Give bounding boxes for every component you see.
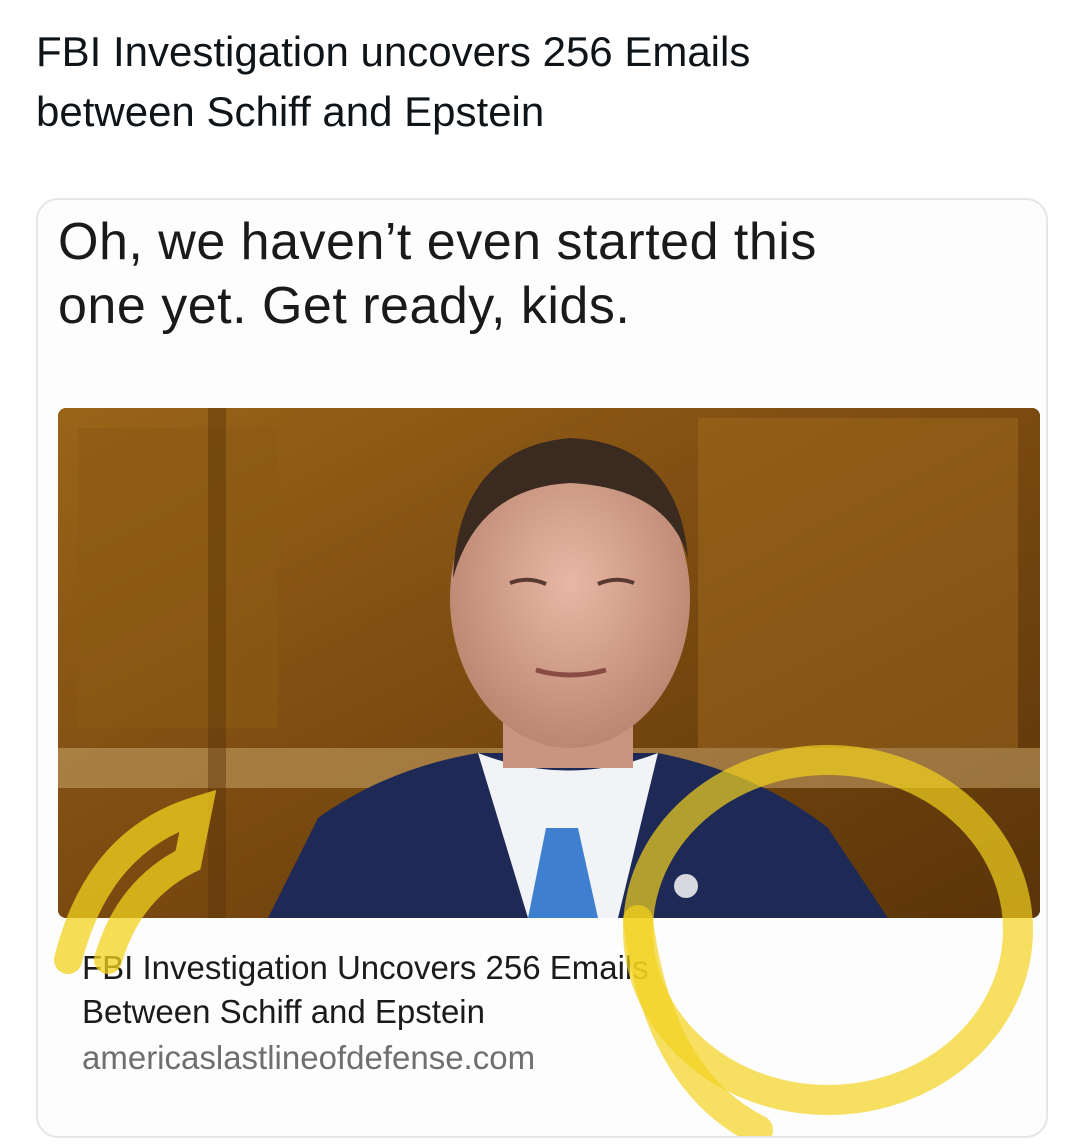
link-title[interactable]: FBI Investigation Uncovers 256 Emails Be… <box>82 946 982 1034</box>
link-title-line-2: Between Schiff and Epstein <box>82 993 485 1030</box>
meme-caption-line-1: Oh, we haven’t even started this <box>58 213 817 271</box>
post-text-line-2: between Schiff and Epstein <box>36 88 545 135</box>
post-text-line-1: FBI Investigation uncovers 256 Emails <box>36 28 751 75</box>
media-card[interactable]: Oh, we haven’t even started this one yet… <box>36 198 1048 1138</box>
news-photo[interactable] <box>58 408 1040 918</box>
meme-caption-line-2: one yet. Get ready, kids. <box>58 277 631 335</box>
link-domain[interactable]: americaslastlineofdefense.com <box>82 1038 535 1078</box>
meme-caption: Oh, we haven’t even started this one yet… <box>58 210 1018 338</box>
post-text: FBI Investigation uncovers 256 Emails be… <box>36 22 1036 142</box>
photo-of-man-in-suit-icon <box>58 408 1040 918</box>
link-title-line-1: FBI Investigation Uncovers 256 Emails <box>82 949 649 986</box>
